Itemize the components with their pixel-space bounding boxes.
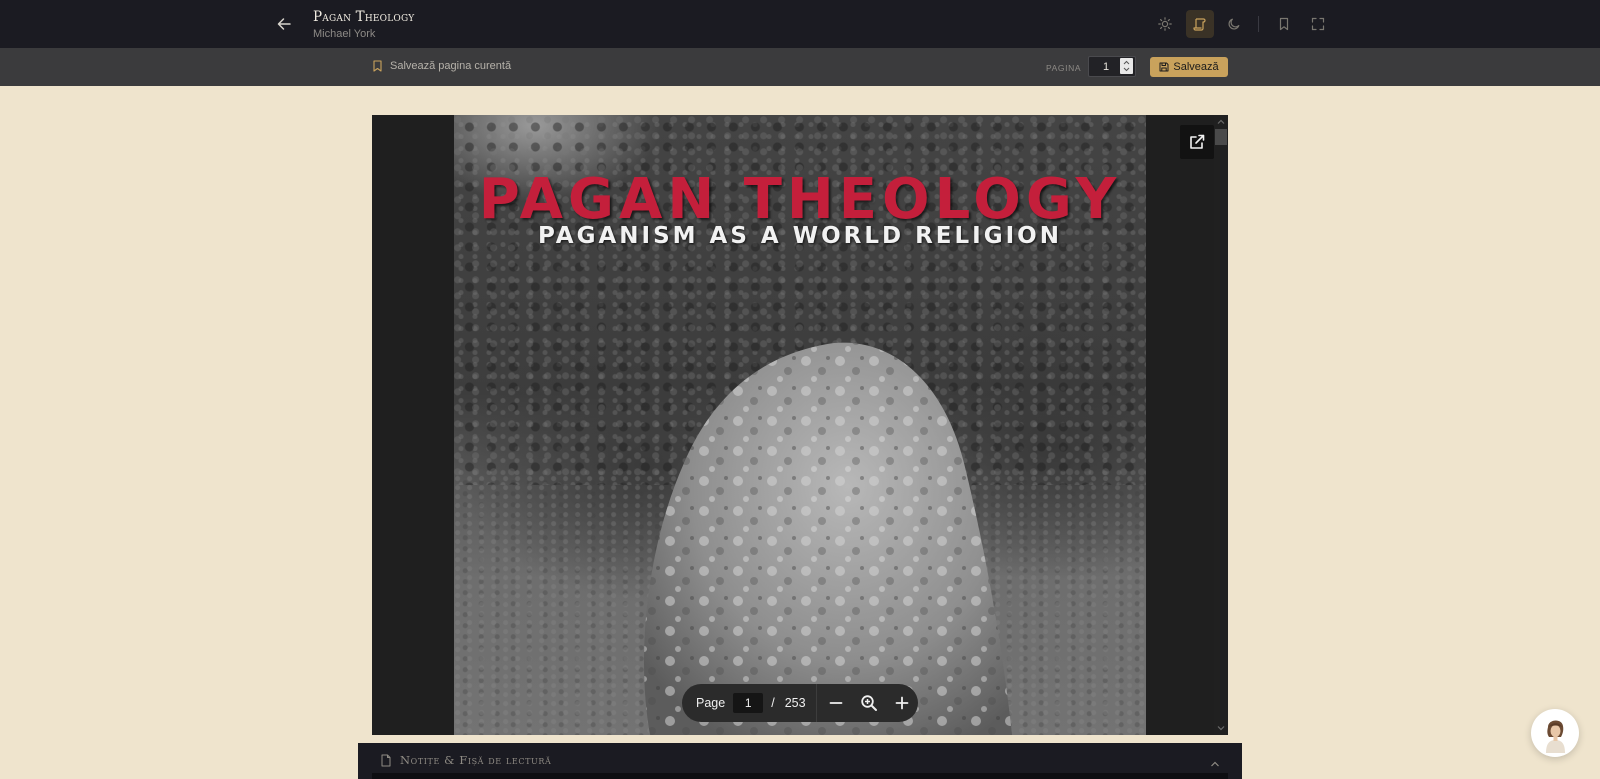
save-button-label: Salvează [1173, 61, 1219, 73]
document-icon [381, 754, 391, 766]
assistant-avatar-button[interactable] [1531, 709, 1579, 757]
notes-collapse-button[interactable] [1210, 755, 1220, 773]
page-spinner[interactable] [1120, 58, 1133, 74]
notes-panel-header[interactable]: Notițe & Fișă de lectură [380, 753, 551, 767]
scroll-down-arrow[interactable] [1216, 723, 1226, 733]
open-external-button[interactable] [1180, 125, 1214, 159]
book-cover-page: PAGAN THEOLOGY PAGANISM AS A WORLD RELIG… [454, 115, 1146, 735]
standing-stone-image [644, 342, 1013, 735]
pdf-total-pages: 253 [784, 696, 806, 710]
cover-subtitle: PAGANISM AS A WORLD RELIGION [538, 223, 1062, 249]
chevron-up-icon [1217, 119, 1225, 124]
fullscreen-button[interactable] [1304, 10, 1332, 38]
scroll-icon [1193, 18, 1206, 31]
scroll-thumb[interactable] [1215, 129, 1227, 145]
notes-panel-title: Notițe & Fișă de lectură [400, 753, 552, 767]
pdf-toolbar-divider [815, 684, 817, 722]
scroll-up-arrow[interactable] [1216, 117, 1226, 127]
spinner-arrows-icon [1123, 60, 1130, 72]
bookmark-button[interactable] [1270, 10, 1298, 38]
dark-mode-button[interactable] [1220, 10, 1248, 38]
pdf-page-input[interactable] [733, 693, 764, 713]
bookmark-icon [1279, 17, 1289, 31]
viewer-scrollbar[interactable] [1214, 115, 1228, 735]
chevron-up-icon [1211, 761, 1219, 767]
scroll-mode-button[interactable] [1186, 10, 1214, 38]
notes-content-area [372, 773, 1228, 779]
zoom-icon [861, 695, 877, 711]
pdf-page-toolbar: Page / 253 [682, 684, 918, 722]
save-current-label: Salvează pagina curentă [390, 60, 512, 72]
fullscreen-icon [1311, 17, 1325, 31]
chevron-down-icon [1217, 726, 1225, 731]
sun-icon [1158, 17, 1172, 31]
avatar-portrait-icon [1546, 720, 1565, 753]
pdf-page-label: Page [696, 696, 726, 710]
zoom-out-button[interactable] [820, 686, 853, 720]
top-bar: Pagan Theology Michael York [0, 0, 1600, 48]
save-button[interactable]: Salvează [1150, 57, 1228, 77]
book-title: Pagan Theology [313, 9, 415, 25]
save-icon [1159, 62, 1169, 72]
page-save-bar: Salvează pagina curentă PAGINA Salvează [0, 48, 1600, 86]
zoom-button[interactable] [852, 686, 885, 720]
pdf-page-separator: / [771, 696, 775, 710]
moon-icon [1228, 18, 1240, 30]
back-button[interactable] [272, 12, 296, 36]
back-arrow-icon [277, 18, 291, 30]
plus-icon [895, 696, 908, 710]
zoom-in-button[interactable] [885, 686, 918, 720]
save-current-page-link[interactable]: Salvează pagina curentă [372, 60, 511, 72]
bookmark-icon [373, 60, 382, 72]
notes-panel: Notițe & Fișă de lectură [358, 743, 1242, 779]
toolbar-divider [1258, 16, 1259, 32]
book-author: Michael York [313, 28, 376, 40]
pdf-viewer[interactable]: PAGAN THEOLOGY PAGANISM AS A WORLD RELIG… [372, 115, 1228, 735]
minus-icon [829, 702, 843, 704]
light-mode-button[interactable] [1151, 10, 1179, 38]
page-label: PAGINA [1046, 63, 1082, 73]
title-block: Pagan Theology Michael York [313, 9, 414, 42]
open-external-icon [1190, 134, 1205, 149]
